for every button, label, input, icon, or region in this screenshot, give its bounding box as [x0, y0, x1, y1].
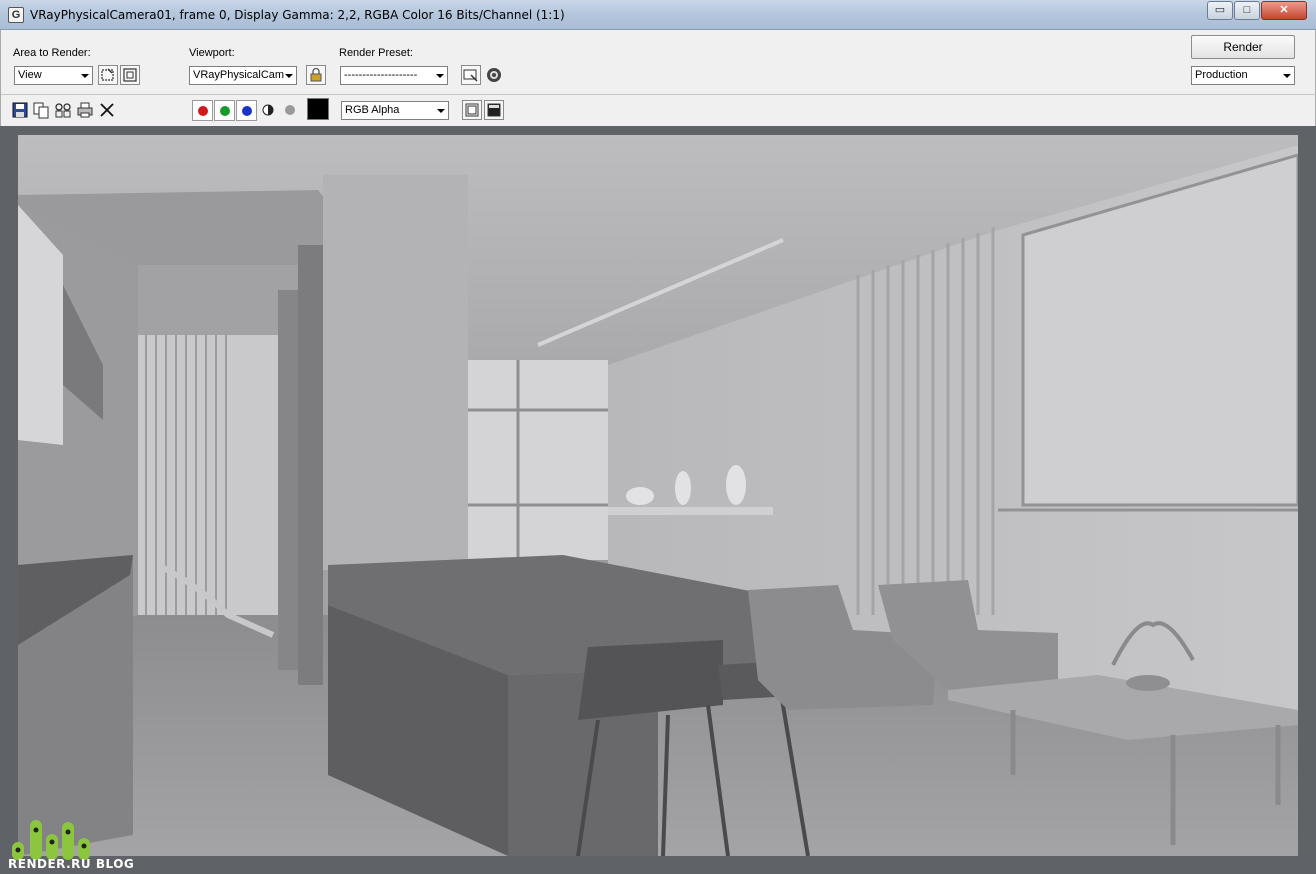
- title-bar: G VRayPhysicalCamera01, frame 0, Display…: [0, 0, 1316, 30]
- render-mode-dropdown[interactable]: Production: [1191, 66, 1295, 85]
- chevron-down-icon: [437, 109, 445, 113]
- chevron-down-icon: [285, 74, 293, 78]
- lock-icon[interactable]: [306, 65, 326, 85]
- area-to-render-label: Area to Render:: [13, 47, 91, 59]
- toolbar-divider: [1, 94, 1316, 95]
- render-preset-label: Render Preset:: [339, 47, 413, 59]
- maximize-button[interactable]: □: [1234, 1, 1260, 20]
- minimize-button[interactable]: ▭: [1207, 1, 1233, 20]
- area-to-render-value: View: [18, 69, 42, 81]
- blue-dot: [242, 106, 252, 116]
- area-to-render-dropdown[interactable]: View: [14, 66, 93, 85]
- blue-channel-icon[interactable]: [236, 100, 257, 121]
- print-icon[interactable]: [75, 100, 95, 120]
- toggle-ui-icon[interactable]: [484, 100, 504, 120]
- green-dot: [220, 106, 230, 116]
- render-image: [18, 135, 1298, 856]
- chevron-down-icon: [436, 74, 444, 78]
- alpha-channel-icon[interactable]: [280, 100, 300, 120]
- viewport-label: Viewport:: [189, 47, 235, 59]
- clone-window-icon[interactable]: [53, 100, 73, 120]
- chevron-down-icon: [1283, 74, 1291, 78]
- red-channel-icon[interactable]: [192, 100, 213, 121]
- channel-display-dropdown[interactable]: RGB Alpha: [341, 101, 449, 120]
- render-preset-value: --------------------: [344, 69, 418, 81]
- channel-display-value: RGB Alpha: [345, 104, 400, 116]
- toolbar-area: Area to Render: View Viewport: VRayPhysi…: [0, 30, 1316, 126]
- clear-icon[interactable]: [97, 100, 117, 120]
- toggle-ui-overlay-icon[interactable]: [462, 100, 482, 120]
- color-swatch[interactable]: [307, 98, 329, 120]
- green-channel-icon[interactable]: [214, 100, 235, 121]
- app-icon[interactable]: G: [8, 7, 24, 23]
- viewport-value: VRayPhysicalCam: [193, 69, 285, 81]
- edit-region-icon[interactable]: [98, 65, 118, 85]
- copy-icon[interactable]: [31, 100, 51, 120]
- render-button[interactable]: Render: [1191, 35, 1295, 59]
- close-button[interactable]: ✕: [1261, 1, 1307, 20]
- environment-effects-icon[interactable]: [484, 65, 504, 85]
- render-setup-icon[interactable]: [461, 65, 481, 85]
- watermark-text: RENDER.RU BLOG: [8, 857, 135, 871]
- render-preset-dropdown[interactable]: --------------------: [340, 66, 448, 85]
- render-mode-value: Production: [1195, 69, 1248, 81]
- monochrome-icon[interactable]: [258, 100, 278, 120]
- window-title: VRayPhysicalCamera01, frame 0, Display G…: [30, 8, 565, 22]
- chevron-down-icon: [81, 74, 89, 78]
- viewport-dropdown[interactable]: VRayPhysicalCam: [189, 66, 297, 85]
- red-dot: [198, 106, 208, 116]
- save-icon[interactable]: [10, 100, 30, 120]
- auto-region-icon[interactable]: [120, 65, 140, 85]
